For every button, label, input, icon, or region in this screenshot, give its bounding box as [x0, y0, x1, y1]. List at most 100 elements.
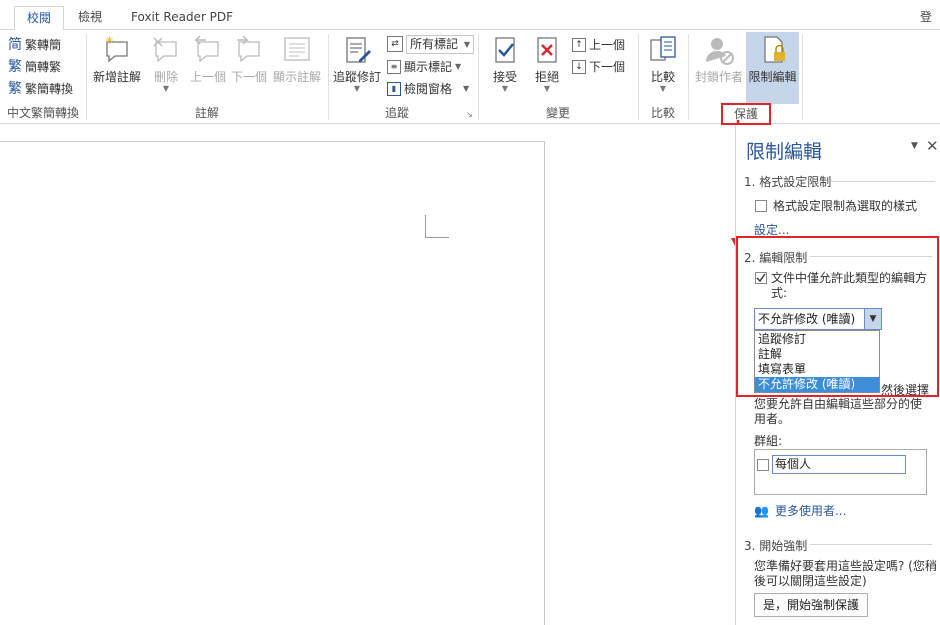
exceptions-text-line1: 您要允許自由編輯這些部分的使 [754, 397, 923, 411]
compare-icon [647, 34, 679, 66]
chevron-down-icon: ▼ [659, 84, 667, 93]
chinese-group-label: 中文繁簡轉換 [6, 106, 79, 120]
everyone-checkbox[interactable] [757, 458, 769, 471]
tracking-group-label: 追蹤 [384, 106, 409, 120]
exceptions-text-partial: 然後選擇 [881, 383, 930, 397]
show-comments-button[interactable]: 顯示註解 [271, 32, 323, 96]
option-no-changes[interactable]: 不允許修改 (唯讀) [755, 377, 879, 392]
next-change-label: 下一個 [589, 60, 626, 74]
pane-title: 限制編輯 [746, 141, 823, 163]
tab-view[interactable]: 檢視 [70, 6, 110, 31]
chevron-down-icon: ▼ [162, 84, 170, 93]
previous-change-button[interactable]: ↑ 上一個 [572, 35, 625, 55]
previous-comment-label: 上一個 [189, 70, 226, 84]
review-pane-button[interactable]: ▮ 檢閱窗格 ▼ [387, 79, 469, 99]
dialog-launcher-icon[interactable]: ↘ [466, 110, 473, 119]
markup-select-row: ⇄ 所有標記 ▼ [387, 34, 474, 54]
exceptions-text: 您要允許自由編輯這些部分的使 用者。 [754, 397, 922, 427]
margin-mark [425, 237, 449, 238]
tab-review[interactable]: 校閱 [14, 6, 64, 31]
chevron-down-icon: ▼ [501, 84, 509, 93]
format-restriction-checkbox[interactable] [755, 199, 767, 212]
new-comment-button[interactable]: ✳ 新增註解 [90, 32, 144, 96]
markup-select[interactable]: 所有標記 ▼ [406, 34, 474, 54]
track-changes-label: 追蹤修訂 [332, 70, 381, 84]
review-pane-label: 檢閱窗格 [404, 82, 453, 96]
enforce-text-line1: 您準備好要套用這些設定嗎? (您稍 [754, 559, 937, 573]
chevron-down-icon[interactable]: ▼ [864, 309, 881, 329]
chevron-down-icon: ▼ [455, 62, 462, 71]
checkmark-icon [756, 273, 766, 283]
groups-label: 群組: [754, 434, 783, 448]
chinese-conversion-button[interactable]: 繁 繁簡轉換 [8, 79, 73, 99]
previous-comment-button[interactable]: 上一個 [188, 32, 228, 96]
group-divider [86, 34, 87, 120]
previous-comment-icon [192, 34, 224, 66]
more-users-link[interactable]: 👥 更多使用者... [754, 502, 846, 519]
option-comments[interactable]: 註解 [755, 347, 879, 362]
track-changes-button[interactable]: 追蹤修訂 ▼ [332, 32, 382, 96]
section-divider [810, 544, 932, 545]
editing-restriction-checkbox[interactable] [755, 272, 767, 284]
trad-to-simp-button[interactable]: 简 繁轉簡 [8, 35, 61, 55]
close-icon[interactable]: ✕ [926, 137, 939, 155]
next-comment-icon [233, 34, 265, 66]
markup-select-value: 所有標記 [410, 36, 459, 51]
chinese-conversion-icon: 繁 [8, 81, 22, 97]
next-comment-button[interactable]: 下一個 [229, 32, 269, 96]
option-fill-forms[interactable]: 填寫表單 [755, 362, 879, 377]
simp-to-trad-button[interactable]: 繁 簡轉繁 [8, 57, 61, 77]
editing-type-select[interactable]: 不允許修改 (唯讀) ▼ [754, 308, 882, 330]
markup-display-icon: ⇄ [387, 36, 403, 52]
delete-comment-button[interactable]: 刪除 ▼ [146, 32, 186, 96]
more-users-label: 更多使用者... [774, 504, 847, 518]
everyone-row[interactable]: 每個人 [757, 455, 906, 474]
format-restriction-checkbox-row[interactable]: 格式設定限制為選取的樣式 [755, 197, 917, 214]
start-enforcing-button[interactable]: 是，開始強制保護 [754, 593, 868, 617]
compare-button[interactable]: 比較 ▼ [644, 32, 682, 96]
everyone-label: 每個人 [772, 455, 906, 474]
next-change-icon: ↓ [572, 60, 586, 74]
reject-button[interactable]: 拒絕 ▼ [528, 32, 566, 96]
chevron-down-icon: ▼ [543, 84, 551, 93]
users-icon: 👥 [754, 503, 769, 518]
tab-foxit[interactable]: Foxit Reader PDF [123, 6, 241, 31]
show-markup-label: 顯示標記 [404, 60, 453, 74]
show-markup-icon: ≡ [387, 60, 401, 74]
section-divider [831, 181, 935, 182]
editing-restriction-label: 文件中僅允許此類型的編輯方 式: [771, 271, 927, 301]
previous-change-icon: ↑ [572, 38, 586, 52]
compare-group-label: 比較 [650, 106, 675, 120]
restrict-editing-button[interactable]: 限制編輯 [746, 32, 799, 104]
delete-comment-icon [150, 34, 182, 66]
accept-button[interactable]: 接受 ▼ [486, 32, 524, 96]
sign-in-link[interactable]: 登 [920, 6, 932, 31]
margin-mark [425, 215, 426, 237]
section3-heading: 3. 開始強制 [744, 539, 808, 553]
show-comments-label: 顯示註解 [272, 70, 321, 84]
editing-restriction-label-line1: 文件中僅允許此類型的編輯方 [771, 271, 928, 285]
show-comments-icon [281, 34, 313, 66]
block-authors-button[interactable]: 封鎖作者 [692, 32, 746, 96]
lock-document-icon [757, 34, 789, 66]
pane-options-icon[interactable]: ▼ [911, 141, 918, 151]
ribbon-tab-bar: 校閱 檢視 Foxit Reader PDF 登 [0, 0, 940, 31]
groups-list: 每個人 [754, 449, 927, 495]
svg-text:✳: ✳ [105, 34, 114, 47]
group-divider [688, 34, 689, 120]
chinese-conversion-label: 繁簡轉換 [25, 82, 74, 96]
show-markup-button[interactable]: ≡ 顯示標記 ▼ [387, 57, 461, 77]
track-changes-icon [341, 34, 373, 66]
block-authors-label: 封鎖作者 [694, 70, 743, 84]
exceptions-text-line2: 用者。 [754, 412, 791, 426]
ribbon: 简 繁轉簡 繁 簡轉繁 繁 繁簡轉換 中文繁簡轉換 ✳ 新增註解 刪除 ▼ 上一… [0, 30, 940, 125]
next-change-button[interactable]: ↓ 下一個 [572, 57, 625, 77]
enforce-text: 您準備好要套用這些設定嗎? (您稍 後可以關閉這些設定) [754, 559, 937, 589]
group-divider [638, 34, 639, 120]
document-page[interactable] [0, 141, 545, 625]
changes-group-label: 變更 [545, 106, 570, 120]
chevron-down-icon: ▼ [463, 84, 470, 93]
trad-to-simp-label: 繁轉簡 [25, 38, 62, 52]
group-divider [802, 34, 803, 120]
option-track-changes[interactable]: 追蹤修訂 [755, 332, 879, 347]
